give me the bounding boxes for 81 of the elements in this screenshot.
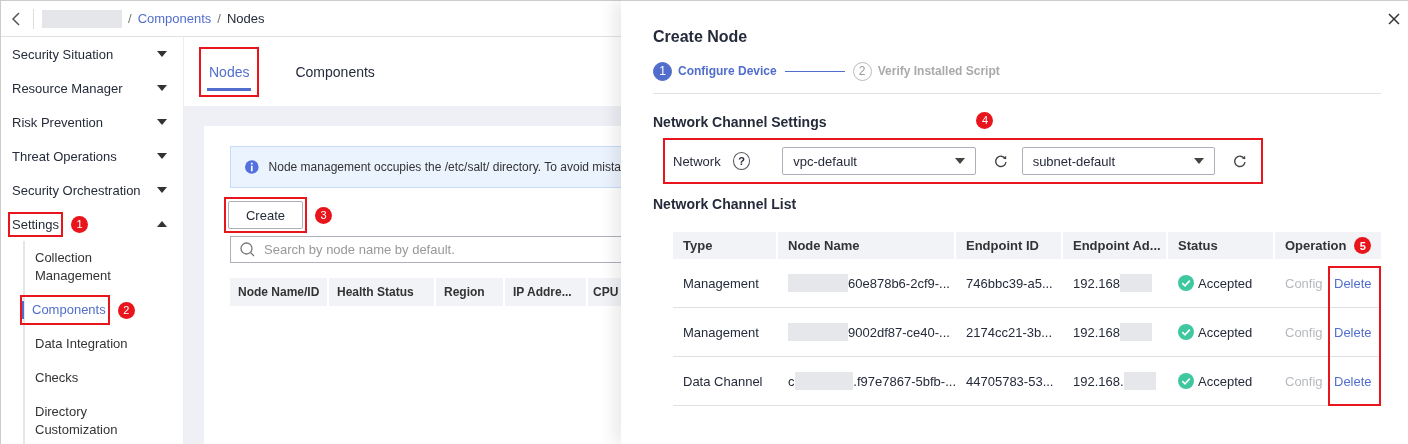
callout-badge: 2 <box>117 301 135 319</box>
column-header: Type <box>683 238 713 253</box>
redacted-block <box>788 323 848 341</box>
column-header: Status <box>1178 238 1218 253</box>
sidebar-item[interactable]: Settings <box>12 216 59 232</box>
table-cell: 9002df87-ce40-... <box>848 324 950 340</box>
step-label: Configure Device <box>678 64 777 78</box>
notice-text: Node management occupies the /etc/salt/ directory. To avoid mista <box>268 160 621 174</box>
column-header: CPU <box>592 284 620 301</box>
info-icon <box>245 159 259 175</box>
refresh-icon[interactable] <box>994 154 1008 168</box>
table-cell: 192.168. <box>1073 373 1124 389</box>
redacted-block <box>794 372 854 390</box>
table-cell: 44705783-53... <box>966 373 1054 389</box>
field-label: Network <box>673 153 721 169</box>
column-header: Endpoint ID <box>966 238 1039 253</box>
table-cell: 192.168 <box>1073 275 1120 291</box>
redacted-block <box>1123 372 1156 390</box>
callout-badge: 5 <box>1354 237 1372 254</box>
callout-badge: 4 <box>976 111 994 129</box>
subnet-select[interactable]: subnet-default <box>1021 147 1216 175</box>
caret-down-icon <box>955 158 965 164</box>
breadcrumb-current: Nodes <box>226 11 265 26</box>
vpc-select[interactable]: vpc-default <box>782 147 976 175</box>
column-header: Node Name <box>788 238 860 253</box>
table-cell: c <box>788 373 795 389</box>
section-heading: Network Channel List <box>653 196 798 212</box>
redacted-block <box>1120 323 1152 341</box>
search-field[interactable]: Search by node name by default. <box>230 236 621 263</box>
table-cell: Management <box>683 324 759 340</box>
close-icon[interactable] <box>1388 13 1400 25</box>
table-cell: Data Channel <box>683 373 763 389</box>
status-text: Accepted <box>1198 275 1253 291</box>
table-cell: Management <box>683 275 759 291</box>
action-link[interactable]: Delete <box>1334 275 1372 291</box>
step-label: Verify Installed Script <box>877 64 1000 78</box>
column-header: IP Addre... <box>505 278 588 306</box>
refresh-icon[interactable] <box>1233 154 1247 168</box>
back-icon[interactable] <box>11 11 21 26</box>
action-link[interactable]: Delete <box>1334 373 1372 389</box>
check-circle-icon <box>1178 373 1194 389</box>
create-button[interactable]: Create <box>228 201 303 229</box>
action-link[interactable]: Delete <box>1334 324 1372 340</box>
sidebar-subitem[interactable]: Components <box>22 301 106 319</box>
column-header: Operation <box>1285 238 1347 253</box>
section-heading: Network Channel Settings <box>653 114 827 130</box>
table-cell: 2174cc21-3b... <box>966 324 1052 340</box>
sidebar-item[interactable]: Security Orchestration <box>12 182 141 198</box>
table-cell: 192.168 <box>1073 324 1120 340</box>
breadcrumb-separator: / <box>217 11 221 26</box>
sidebar-subitem[interactable]: Checks <box>35 369 145 387</box>
search-icon <box>240 242 255 257</box>
tab[interactable]: Nodes <box>207 57 252 91</box>
sidebar-item[interactable]: Security Situation <box>12 46 114 62</box>
table-cell: 60e878b6-2cf9-... <box>848 275 950 291</box>
table-cell: .f97e7867-5bfb-... <box>853 373 956 389</box>
check-circle-icon <box>1178 275 1194 291</box>
callout-badge: 3 <box>315 206 332 224</box>
sidebar-item[interactable]: Threat Operations <box>12 148 117 164</box>
sidebar-item[interactable]: Risk Prevention <box>12 114 104 130</box>
column-header: Node Name/ID <box>230 278 329 306</box>
sidebar-subitem[interactable]: Data Integration <box>35 335 145 353</box>
callout-badge: 1 <box>71 215 88 233</box>
redacted-block <box>1120 274 1152 292</box>
column-header: Endpoint Ad... <box>1073 238 1161 253</box>
status-text: Accepted <box>1198 324 1253 340</box>
tab[interactable]: Components <box>293 57 377 91</box>
breadcrumb-separator: / <box>128 11 132 26</box>
sidebar-subitem[interactable]: Directory Customization <box>35 403 145 439</box>
step-number: 1 <box>653 61 672 81</box>
caret-down-icon <box>1194 158 1205 164</box>
check-circle-icon <box>1178 324 1194 340</box>
breadcrumb-link[interactable]: Components <box>137 11 212 26</box>
drawer-title: Create Node <box>653 28 749 46</box>
status-text: Accepted <box>1198 373 1253 389</box>
column-header: Health Status <box>329 278 436 306</box>
sidebar-item[interactable]: Resource Manager <box>12 80 123 96</box>
redacted-block <box>788 274 848 292</box>
sidebar-subitem[interactable]: Collection Management <box>35 249 145 285</box>
table-cell: 746bbc39-a5... <box>966 275 1053 291</box>
column-header: Region <box>436 278 505 306</box>
